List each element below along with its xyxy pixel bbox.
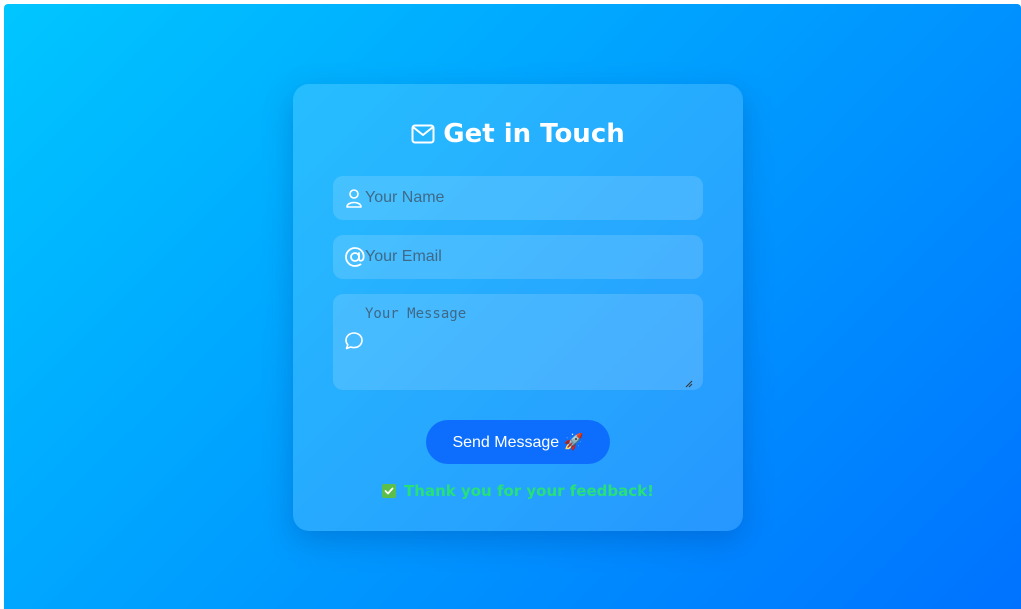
chat-bubble-icon bbox=[344, 331, 364, 355]
email-field[interactable]: Your Email bbox=[333, 235, 703, 279]
feedback-message: Thank you for your feedback! bbox=[293, 482, 743, 500]
envelope-icon bbox=[411, 124, 435, 144]
page-background: Get in Touch Your Name Your Email Your M… bbox=[4, 4, 1021, 609]
send-message-label: Send Message 🚀 bbox=[452, 434, 584, 451]
contact-card: Get in Touch Your Name Your Email Your M… bbox=[293, 84, 743, 531]
check-icon bbox=[382, 484, 397, 498]
send-message-button[interactable]: Send Message 🚀 bbox=[426, 420, 610, 464]
message-field[interactable]: Your Message bbox=[333, 294, 703, 390]
form-title-text: Get in Touch bbox=[443, 119, 625, 149]
email-placeholder: Your Email bbox=[365, 248, 442, 265]
name-field[interactable]: Your Name bbox=[333, 176, 703, 220]
user-icon bbox=[344, 188, 364, 212]
message-placeholder: Your Message bbox=[365, 306, 467, 322]
form-title: Get in Touch bbox=[293, 114, 743, 154]
name-placeholder: Your Name bbox=[365, 189, 445, 206]
feedback-text: Thank you for your feedback! bbox=[404, 482, 654, 500]
at-sign-icon bbox=[344, 246, 366, 272]
resize-handle[interactable] bbox=[685, 373, 693, 388]
